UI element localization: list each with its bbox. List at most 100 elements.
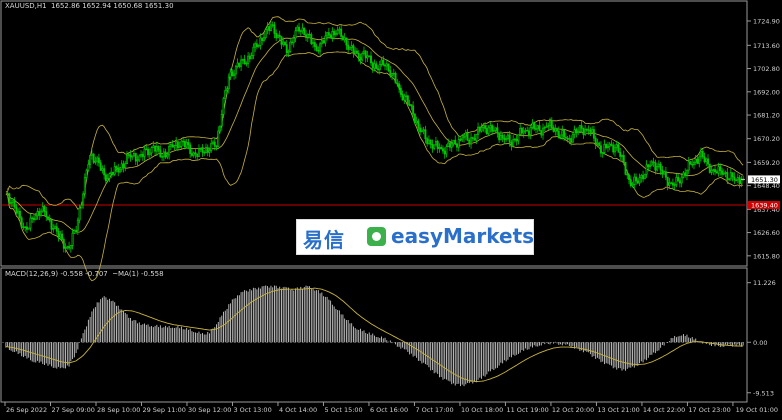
time-axis-label: 10 Oct 18:00 [461,406,503,414]
bull-candle [217,130,220,147]
bull-candle [90,153,93,156]
bull-candle [34,215,37,220]
bear-candle [48,219,51,221]
bull-candle [75,229,78,232]
bear-candle [426,138,429,145]
price-axis-label: 1692.00 [753,88,780,96]
bear-candle [678,180,681,184]
bull-candle [463,135,465,139]
bear-candle [715,171,718,174]
bull-candle [614,146,616,153]
bull-candle [584,129,587,135]
bear-candle [731,172,734,178]
bull-candle [643,173,646,180]
bull-candle [489,125,492,129]
bull-candle [331,31,334,39]
bear-candle [498,132,501,141]
bear-candle [313,42,316,47]
bull-candle [559,134,562,138]
bull-candle [124,163,127,168]
bull-candle [64,247,67,249]
bear-candle [484,125,487,129]
bull-candle [10,202,13,204]
bull-candle [631,184,634,186]
bull-candle [405,95,408,98]
bull-candle [673,184,676,186]
bear-candle [459,139,462,141]
bull-candle [505,138,508,141]
bull-candle [152,145,155,148]
bull-candle [205,147,207,154]
bear-candle [696,158,699,164]
bull-candle [334,33,337,36]
trading-chart[interactable]: 1724.90 1713.60 1702.80 1692.00 1681.20 1670.… [0,0,782,416]
bull-candle [427,139,430,145]
bull-candle [350,45,353,48]
bear-candle [550,120,553,128]
bear-candle [183,141,186,148]
bull-candle [108,173,111,179]
bear-candle [275,33,278,39]
bear-candle [654,162,657,171]
bear-candle [496,127,499,134]
bull-candle [233,73,236,77]
bear-candle [305,34,308,38]
bear-candle [182,140,185,143]
bear-candle [92,153,95,163]
bear-candle [598,142,601,147]
time-axis-label: 17 Oct 23:00 [688,406,730,414]
bear-candle [317,50,320,52]
bear-candle [738,177,741,184]
bull-candle [470,137,473,145]
bull-candle [633,176,636,185]
bull-candle [96,157,99,162]
bull-candle [656,165,659,171]
bear-candle [691,163,694,166]
bear-candle [255,43,258,47]
bear-candle [563,129,566,138]
bear-candle [206,147,209,153]
bull-candle [361,53,364,61]
bear-candle [203,151,206,154]
bear-candle [570,138,573,143]
bear-candle [629,179,632,186]
bull-candle [554,128,557,132]
bear-candle [298,26,300,32]
bull-candle [512,139,515,147]
bull-candle [433,144,436,149]
bull-candle [492,129,495,132]
bear-candle [617,144,620,153]
bull-candle [517,134,520,142]
price-axis-label: 1670.20 [753,135,780,143]
bull-candle [601,152,604,154]
bull-candle [385,63,388,67]
bull-candle [363,50,365,54]
bull-candle [722,172,725,175]
bear-candle [721,170,724,175]
bear-candle [322,40,325,44]
bear-candle [238,62,241,67]
bull-candle [649,164,652,168]
price-axis-label: 1681.20 [753,112,780,120]
bear-candle [387,63,390,71]
bull-candle [83,177,86,195]
bear-candle [528,130,530,136]
bull-candle [480,127,483,132]
bull-candle [680,176,683,184]
bear-candle [585,129,588,131]
bear-candle [503,137,506,141]
bull-candle [119,169,121,173]
bull-candle [568,138,571,140]
bear-candle [341,36,344,41]
time-axis-label: 19 Oct 01:00 [736,406,778,414]
bear-candle [440,147,443,150]
chart-canvas[interactable]: 1724.90 1713.60 1702.80 1692.00 1681.20 1670.… [0,0,782,416]
bear-candle [329,34,332,39]
bull-candle [434,141,437,146]
bull-candle [245,62,248,65]
bear-candle [291,41,293,44]
bull-candle [264,29,267,39]
bull-candle [603,143,606,153]
bear-candle [38,211,41,216]
bear-candle [413,113,416,124]
